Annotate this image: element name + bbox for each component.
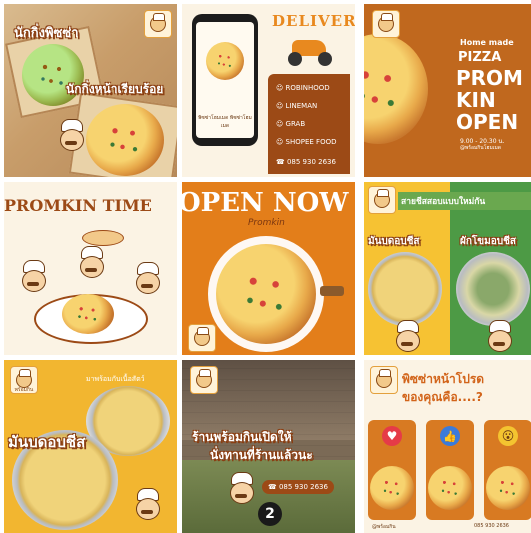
service-shopee[interactable]: ☺ SHOPEE FOOD: [276, 138, 336, 146]
delivery-list: ☺ ROBINHOOD ☺ LINEMAN ☺ GRAB ☺ SHOPEE FO…: [268, 74, 350, 174]
mascot-left: [392, 320, 422, 354]
chef-mascot: [56, 119, 86, 153]
mascot-right: [484, 320, 514, 354]
scooter-icon: [286, 36, 336, 66]
brand-logo: [372, 10, 400, 38]
card-wow[interactable]: 😮: [484, 420, 531, 520]
chef-mascot: [132, 488, 162, 522]
delivery-heading: DELIVERY: [272, 12, 355, 30]
prom-label: PROM: [456, 66, 523, 90]
home-made-label: Home made: [460, 38, 514, 47]
handle-label: @พร้อมกินโฮมเมด: [460, 145, 502, 151]
phone-pizza: [206, 42, 244, 80]
post-promkin-time[interactable]: PROMKIN TIME: [4, 182, 177, 355]
right-label: ผักโขมอบชีส: [460, 236, 516, 247]
wood-paddle: [320, 286, 344, 296]
open-label: OPEN: [456, 110, 519, 134]
mashed-potato-tray: [368, 252, 442, 326]
dine-in-line2: นั่งทานที่ร้านแล้วนะ: [210, 448, 313, 462]
thumbs-up-icon: 👍: [440, 426, 460, 446]
mascot-left: [18, 260, 48, 294]
post-title: มันบดอบชีส: [8, 433, 86, 451]
footer-left: @พร้อมกิน: [372, 524, 396, 530]
left-label: มันบดอบชีส: [368, 236, 420, 247]
service-robinhood[interactable]: ☺ ROBINHOOD: [276, 84, 330, 92]
caption: มาพร้อมกับเนื้อสัตว์: [86, 375, 145, 383]
chef-icon: ☺: [276, 102, 286, 110]
phone-icon: ☎: [268, 483, 279, 491]
pizza-option-3: [486, 466, 530, 510]
chef-icon: ☺: [276, 138, 286, 146]
post-favorite-pizza[interactable]: พิซซ่าหน้าโปรด ของคุณคือ....? ♥ 👍 😮 @พร้…: [364, 360, 531, 533]
spinach-tray: [456, 252, 530, 326]
pizza-option-1: [370, 466, 414, 510]
illustration-pizza: [62, 294, 114, 334]
open-now-title: OPEN NOW: [182, 188, 349, 218]
featured-pizza: [216, 244, 316, 344]
phone-mockup: พิซซ่าโฮมเมด พิซซ่าโฮมเมด: [192, 14, 258, 146]
mascot-right: [132, 262, 162, 296]
brand-logo: [144, 10, 172, 38]
post-open-hours[interactable]: Home made PIZZA PROM KIN OPEN 9.00 - 20.…: [364, 4, 531, 177]
post-subtitle: นักกิ่งหน้าเรียบร้อย: [66, 82, 164, 96]
chef-icon: ☺: [276, 84, 286, 92]
footer-right: 085 930 2636: [474, 523, 509, 529]
ham-pizza: [86, 104, 164, 176]
brand-logo: [368, 186, 396, 214]
service-grab[interactable]: ☺ GRAB: [276, 120, 305, 128]
pizza-label: PIZZA: [458, 50, 502, 65]
instagram-feed-grid: นักกิ่งพิซซ่า นักกิ่งหน้าเรียบร้อย พิซซ่…: [0, 0, 531, 533]
flying-dough: [82, 230, 124, 246]
chef-mascot: [226, 472, 256, 506]
brand-logo: [370, 366, 398, 394]
heart-icon: ♥: [382, 426, 402, 446]
post-open-now[interactable]: OPEN NOW Promkin: [182, 182, 355, 355]
brand-logo: [188, 324, 216, 352]
card-like[interactable]: 👍: [426, 420, 474, 520]
phone-icon: ☎: [276, 158, 287, 166]
open-now-script: Promkin: [248, 218, 285, 228]
post-delivery[interactable]: พิซซ่าโฮมเมด พิซซ่าโฮมเมด DELIVERY ☺ ROB…: [182, 4, 355, 177]
brand-logo: [190, 366, 218, 394]
phone-pill[interactable]: ☎ 085 930 2636: [262, 480, 334, 494]
service-lineman[interactable]: ☺ LINEMAN: [276, 102, 317, 110]
pizza-option-2: [428, 466, 472, 510]
promkin-time-title: PROMKIN TIME: [4, 196, 152, 215]
kin-label: KIN: [456, 88, 496, 112]
top-banner: สายชีสสอบแบบใหม่กัน: [398, 192, 531, 210]
question-line2: ของคุณคือ....?: [402, 390, 483, 404]
post-dine-in[interactable]: ร้านพร้อมกินเปิดให้ นั่งทานที่ร้านแล้วนะ…: [182, 360, 355, 533]
question-line1: พิซซ่าหน้าโปรด: [402, 372, 485, 386]
post-pizza-box[interactable]: นักกิ่งพิซซ่า นักกิ่งหน้าเรียบร้อย: [4, 4, 177, 177]
chef-icon: ☺: [276, 120, 286, 128]
wow-icon: 😮: [498, 426, 518, 446]
dine-in-line1: ร้านพร้อมกินเปิดให้: [192, 430, 292, 444]
phone-number[interactable]: ☎ 085 930 2636: [276, 158, 336, 166]
phone-caption: พิซซ่าโฮมเมด พิซซ่าโฮมเมด: [198, 115, 252, 129]
brand-logo: พร้อมกิน: [10, 366, 38, 394]
post-mashed-potato[interactable]: พร้อมกิน มาพร้อมกับเนื้อสัตว์ มันบดอบชีส: [4, 360, 177, 533]
slice-pizza: [364, 34, 428, 144]
mascot-center: [76, 246, 106, 280]
post-title: นักกิ่งพิซซ่า: [14, 26, 79, 41]
card-love[interactable]: ♥: [368, 420, 416, 520]
post-cheese-bake[interactable]: สายชีสสอบแบบใหม่กัน มันบดอบชีส ผักโขมอบช…: [364, 182, 531, 355]
carousel-badge: 2: [258, 502, 282, 526]
